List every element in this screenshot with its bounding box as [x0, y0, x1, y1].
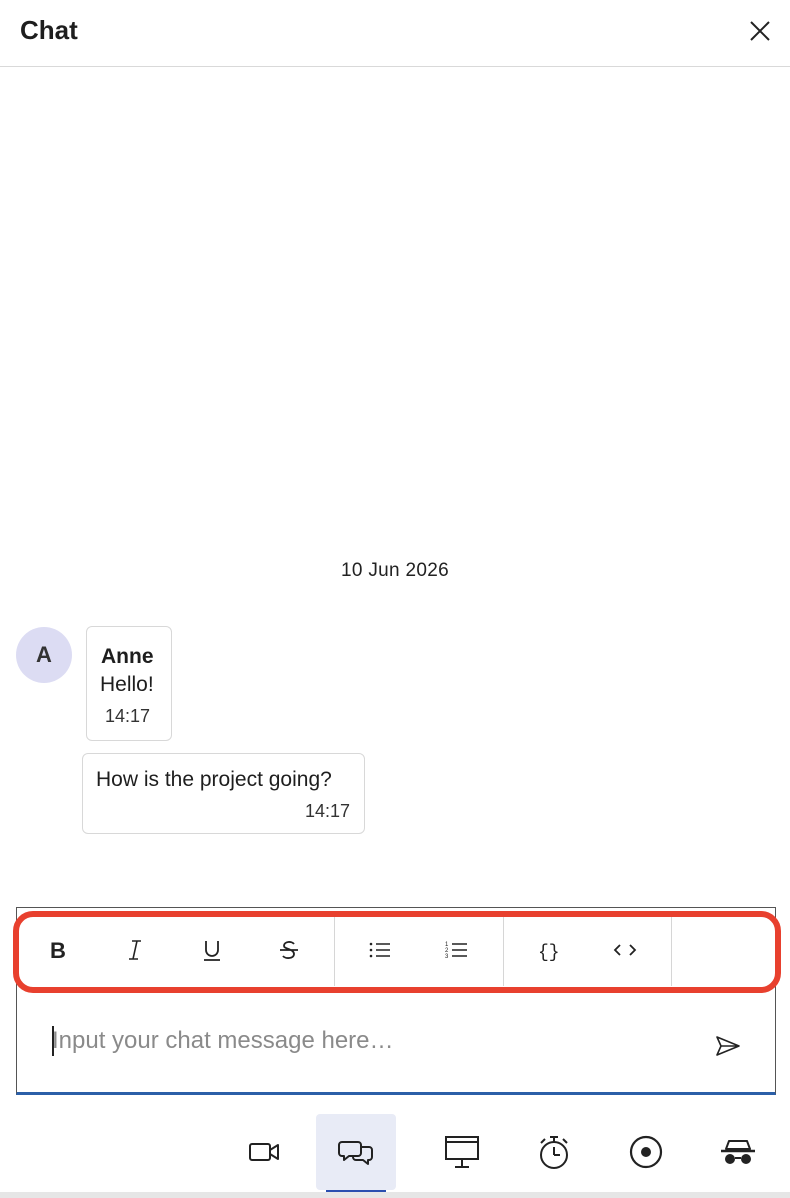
- message-time: 14:17: [304, 801, 350, 821]
- svg-text:B: B: [50, 938, 66, 962]
- code-block-button[interactable]: {}: [520, 914, 576, 986]
- message-text: How is the project going?: [96, 768, 332, 791]
- bulleted-list-icon: [369, 942, 390, 958]
- bold-button[interactable]: B: [30, 914, 86, 986]
- inline-code-button[interactable]: [597, 914, 653, 986]
- record-icon: [629, 1135, 663, 1169]
- page-title: Chat: [20, 15, 78, 45]
- underline-icon: [204, 941, 220, 961]
- underline-button[interactable]: [184, 914, 240, 986]
- chat-input[interactable]: [52, 1024, 652, 1058]
- presentation-board-icon: [445, 1136, 479, 1168]
- code-block-icon: {}: [538, 943, 560, 962]
- bulleted-list-button[interactable]: [352, 914, 408, 986]
- nav-presentation-button[interactable]: [422, 1114, 502, 1190]
- bottom-nav: [0, 1110, 790, 1198]
- svg-text:{}: {}: [538, 943, 560, 962]
- chat-bubbles-icon: [338, 1141, 373, 1165]
- message-time: 14:17: [105, 706, 151, 726]
- numbered-list-icon: 1 2 3: [445, 942, 467, 960]
- video-camera-icon: [249, 1143, 279, 1161]
- date-divider: 10 Jun 2026: [341, 560, 449, 581]
- strikethrough-button[interactable]: [261, 914, 317, 986]
- message-bubble: Anne Hello! 14:17: [86, 626, 172, 741]
- numbered-list-button[interactable]: 1 2 3: [429, 914, 485, 986]
- text-caret: [52, 1026, 54, 1056]
- strikethrough-icon: [280, 941, 298, 959]
- bottom-divider: [0, 1192, 790, 1198]
- message-sender: Anne: [101, 645, 154, 668]
- nav-video-button[interactable]: [224, 1114, 304, 1190]
- nav-record-button[interactable]: [606, 1114, 686, 1190]
- nav-chat-button[interactable]: [316, 1114, 396, 1192]
- nav-incognito-button[interactable]: [698, 1114, 778, 1190]
- inline-code-icon: [613, 944, 637, 956]
- close-icon: [750, 21, 770, 41]
- toolbar-separator: [671, 914, 672, 986]
- message-bubble: How is the project going? 14:17: [82, 753, 365, 834]
- bold-icon: B: [50, 938, 66, 962]
- incognito-icon: [721, 1140, 755, 1164]
- stopwatch-icon: [540, 1136, 568, 1169]
- formatting-toolbar: B 1 2 3 {}: [16, 914, 776, 986]
- close-button[interactable]: [744, 15, 776, 47]
- toolbar-separator: [503, 914, 504, 986]
- send-button[interactable]: [710, 1030, 746, 1062]
- nav-timer-button[interactable]: [514, 1114, 594, 1190]
- message-text: Hello!: [100, 673, 154, 696]
- italic-icon: [129, 940, 141, 960]
- svg-text:3: 3: [445, 954, 449, 960]
- toolbar-separator: [334, 914, 335, 986]
- send-icon: [716, 1036, 740, 1056]
- chat-input-wrapper: [52, 1024, 652, 1058]
- avatar: A: [16, 627, 72, 683]
- italic-button[interactable]: [107, 914, 163, 986]
- chat-header: Chat: [0, 0, 790, 67]
